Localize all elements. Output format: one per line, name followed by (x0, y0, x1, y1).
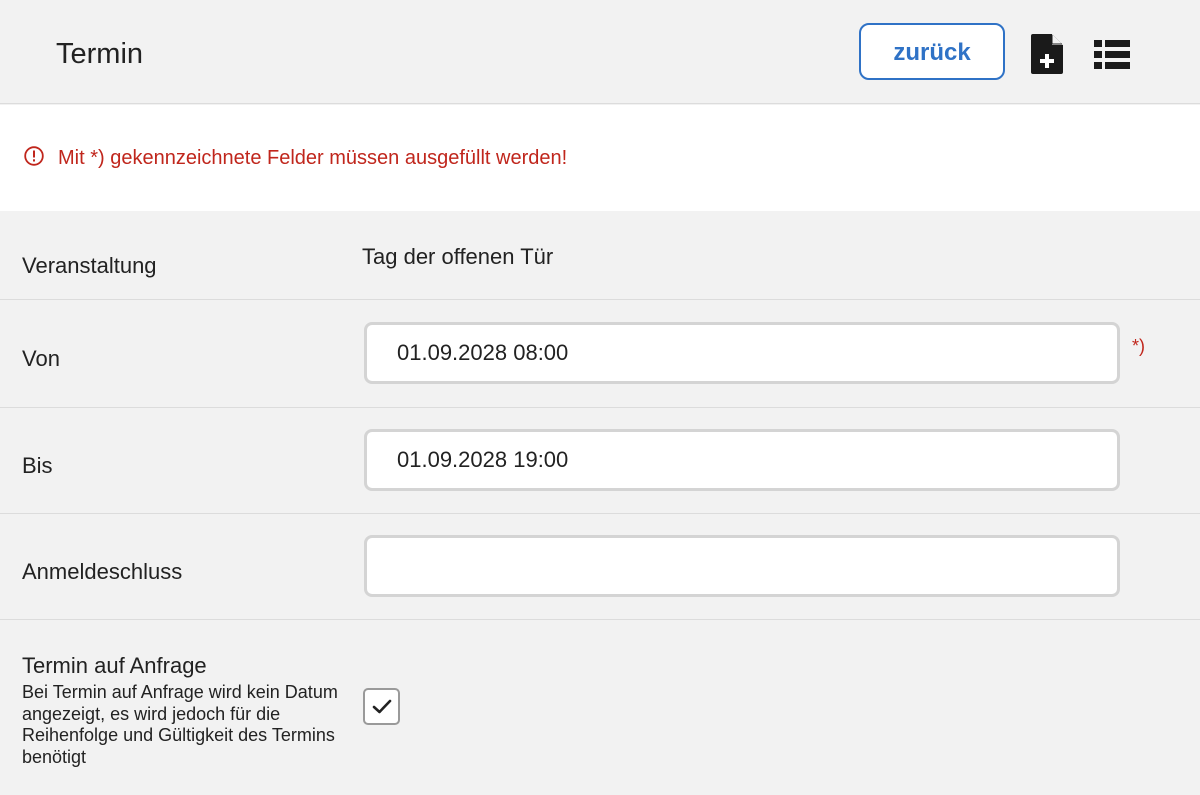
from-label: Von (22, 346, 60, 371)
list-icon (1094, 40, 1130, 69)
page-title: Termin (56, 38, 144, 70)
alert-message: Mit *) gekennzeichnete Felder müssen aus… (58, 147, 568, 169)
form-row-deadline: Anmeldeschluss (0, 514, 1200, 620)
on-request-help-text: Bei Termin auf Anfrage wird kein Datum a… (22, 682, 338, 767)
on-request-checkbox[interactable] (363, 688, 400, 725)
required-mark: *) (1132, 336, 1145, 356)
form-row-to: Bis (0, 408, 1200, 514)
from-date-input[interactable] (364, 322, 1120, 384)
to-label: Bis (22, 453, 53, 478)
form-row-from: Von *) (0, 300, 1200, 408)
list-view-button[interactable] (1094, 40, 1130, 70)
form-row-event: Veranstaltung Tag der offenen Tür (0, 211, 1200, 300)
file-plus-icon (1031, 34, 1063, 74)
on-request-label: Termin auf Anfrage (22, 653, 207, 678)
to-date-input[interactable] (364, 429, 1120, 491)
checkmark-icon (372, 699, 392, 714)
event-value: Tag der offenen Tür (362, 244, 554, 269)
deadline-date-input[interactable] (364, 535, 1120, 597)
event-label: Veranstaltung (22, 253, 157, 278)
back-button[interactable]: zurück (859, 23, 1005, 80)
page-header: Termin zurück (0, 0, 1200, 104)
alert-circle-icon (24, 146, 44, 166)
new-document-button[interactable] (1031, 34, 1063, 74)
deadline-label: Anmeldeschluss (22, 559, 183, 584)
